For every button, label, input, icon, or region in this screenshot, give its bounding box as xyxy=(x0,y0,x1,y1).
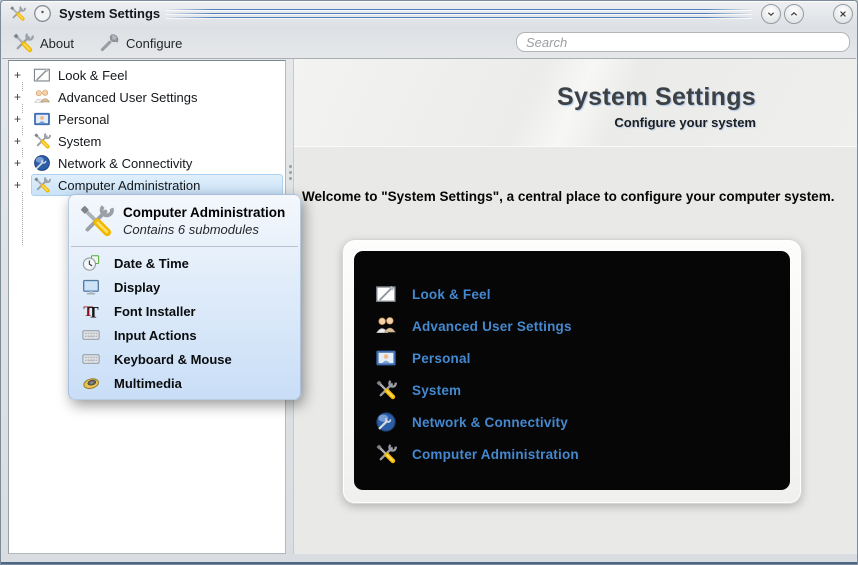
tools-icon xyxy=(33,132,51,150)
expander-icon[interactable]: + xyxy=(14,91,27,103)
tools-icon xyxy=(33,176,51,194)
monitor-icon xyxy=(82,278,100,296)
expander-icon[interactable]: + xyxy=(14,113,27,125)
expander-icon[interactable]: + xyxy=(14,135,27,147)
speaker-icon xyxy=(82,374,100,392)
chevron-down-icon xyxy=(765,8,777,20)
configure-button-label: Configure xyxy=(126,35,183,51)
look-and-feel-icon xyxy=(375,283,397,305)
about-button-label: About xyxy=(40,35,74,51)
popup-item-date-time[interactable]: Date & Time xyxy=(69,251,300,275)
popup-item-label: Input Actions xyxy=(114,327,197,343)
system-settings-window: System Settings About Configure + xyxy=(0,0,858,565)
chevron-up-icon xyxy=(788,8,800,20)
overview-item-computer-administration[interactable]: Computer Administration xyxy=(354,438,790,470)
tree-item-label: Personal xyxy=(58,111,110,127)
popup-item-input-actions[interactable]: Input Actions xyxy=(69,323,300,347)
users-icon xyxy=(375,315,397,337)
tools-icon xyxy=(12,32,34,54)
popup-item-display[interactable]: Display xyxy=(69,275,300,299)
content-header: System Settings Configure your system xyxy=(294,59,857,147)
globe-wrench-icon xyxy=(375,411,397,433)
popup-separator xyxy=(71,246,298,247)
tools-icon xyxy=(375,379,397,401)
minimize-button[interactable] xyxy=(761,4,781,24)
popup-item-label: Date & Time xyxy=(114,255,189,271)
popup-item-font-installer[interactable]: Font Installer xyxy=(69,299,300,323)
expander-icon[interactable]: + xyxy=(14,157,27,169)
tree-item-look-and-feel[interactable]: + Look & Feel xyxy=(9,64,285,86)
overview-item-look-and-feel[interactable]: Look & Feel xyxy=(354,278,790,310)
popup-item-multimedia[interactable]: Multimedia xyxy=(69,371,300,395)
close-icon xyxy=(837,8,849,20)
popup-item-label: Display xyxy=(114,279,161,295)
tree-item-label: System xyxy=(58,133,102,149)
expander-icon[interactable]: + xyxy=(14,69,27,81)
popup-item-keyboard-mouse[interactable]: Keyboard & Mouse xyxy=(69,347,300,371)
overview-item-system[interactable]: System xyxy=(354,374,790,406)
titlebar[interactable]: System Settings xyxy=(2,1,856,27)
popup-title: Computer Administration xyxy=(123,205,286,220)
overview-item-label: Computer Administration xyxy=(412,446,579,462)
window-menu-button[interactable] xyxy=(33,4,52,23)
popup-item-label: Font Installer xyxy=(114,303,196,319)
computer-administration-popup: Computer Administration Contains 6 submo… xyxy=(68,194,301,400)
tools-icon xyxy=(78,203,114,239)
tree-item-label: Computer Administration xyxy=(58,177,201,193)
wrench-icon xyxy=(98,32,120,54)
overview-item-personal[interactable]: Personal xyxy=(354,342,790,374)
users-icon xyxy=(33,88,51,106)
clock-calendar-icon xyxy=(82,254,100,272)
tree-item-personal[interactable]: + Personal xyxy=(9,108,285,130)
overview-item-label: Network & Connectivity xyxy=(412,414,568,430)
app-tools-icon xyxy=(9,5,26,22)
tree-item-label: Look & Feel xyxy=(58,67,128,83)
overview-item-label: Personal xyxy=(412,350,471,366)
tree-item-label: Network & Connectivity xyxy=(58,155,193,171)
content-panel: System Settings Configure your system We… xyxy=(293,59,857,554)
toolbar: About Configure xyxy=(2,27,856,59)
popup-item-label: Keyboard & Mouse xyxy=(114,351,232,367)
welcome-text: Welcome to "System Settings", a central … xyxy=(302,189,835,204)
overview-item-advanced-user-settings[interactable]: Advanced User Settings xyxy=(354,310,790,342)
window-title: System Settings xyxy=(59,6,161,21)
about-button[interactable]: About xyxy=(8,30,78,56)
popup-item-label: Multimedia xyxy=(114,375,182,391)
overview-item-label: Advanced User Settings xyxy=(412,318,572,334)
page-title: System Settings xyxy=(556,83,756,111)
search-input[interactable] xyxy=(516,32,850,52)
configure-button[interactable]: Configure xyxy=(94,30,186,56)
tools-icon xyxy=(375,443,397,465)
overview-item-network-connectivity[interactable]: Network & Connectivity xyxy=(354,406,790,438)
look-and-feel-icon xyxy=(33,66,51,84)
titlebar-grooves xyxy=(166,9,752,21)
fonts-icon xyxy=(82,302,100,320)
tree-item-computer-administration[interactable]: + Computer Administration xyxy=(9,174,285,196)
close-button[interactable] xyxy=(833,4,853,24)
globe-wrench-icon xyxy=(33,154,51,172)
page-subtitle: Configure your system xyxy=(614,115,756,130)
overview-box: Look & Feel Advanced User Settings Perso… xyxy=(354,251,790,490)
overview-frame: Look & Feel Advanced User Settings Perso… xyxy=(342,239,802,504)
expander-icon[interactable]: + xyxy=(14,179,27,191)
personal-icon xyxy=(375,347,397,369)
tree-item-system[interactable]: + System xyxy=(9,130,285,152)
keyboard-icon xyxy=(82,326,100,344)
tree-item-label: Advanced User Settings xyxy=(58,89,198,105)
overview-item-label: System xyxy=(412,382,462,398)
personal-icon xyxy=(33,110,51,128)
tree-item-advanced-user-settings[interactable]: + Advanced User Settings xyxy=(9,86,285,108)
popup-header: Computer Administration Contains 6 submo… xyxy=(69,195,300,243)
overview-item-label: Look & Feel xyxy=(412,286,491,302)
keyboard-icon xyxy=(82,350,100,368)
maximize-button[interactable] xyxy=(784,4,804,24)
window-bottom-border xyxy=(1,562,857,564)
popup-subtitle: Contains 6 submodules xyxy=(123,222,259,237)
tree-item-network-connectivity[interactable]: + Network & Connectivity xyxy=(9,152,285,174)
